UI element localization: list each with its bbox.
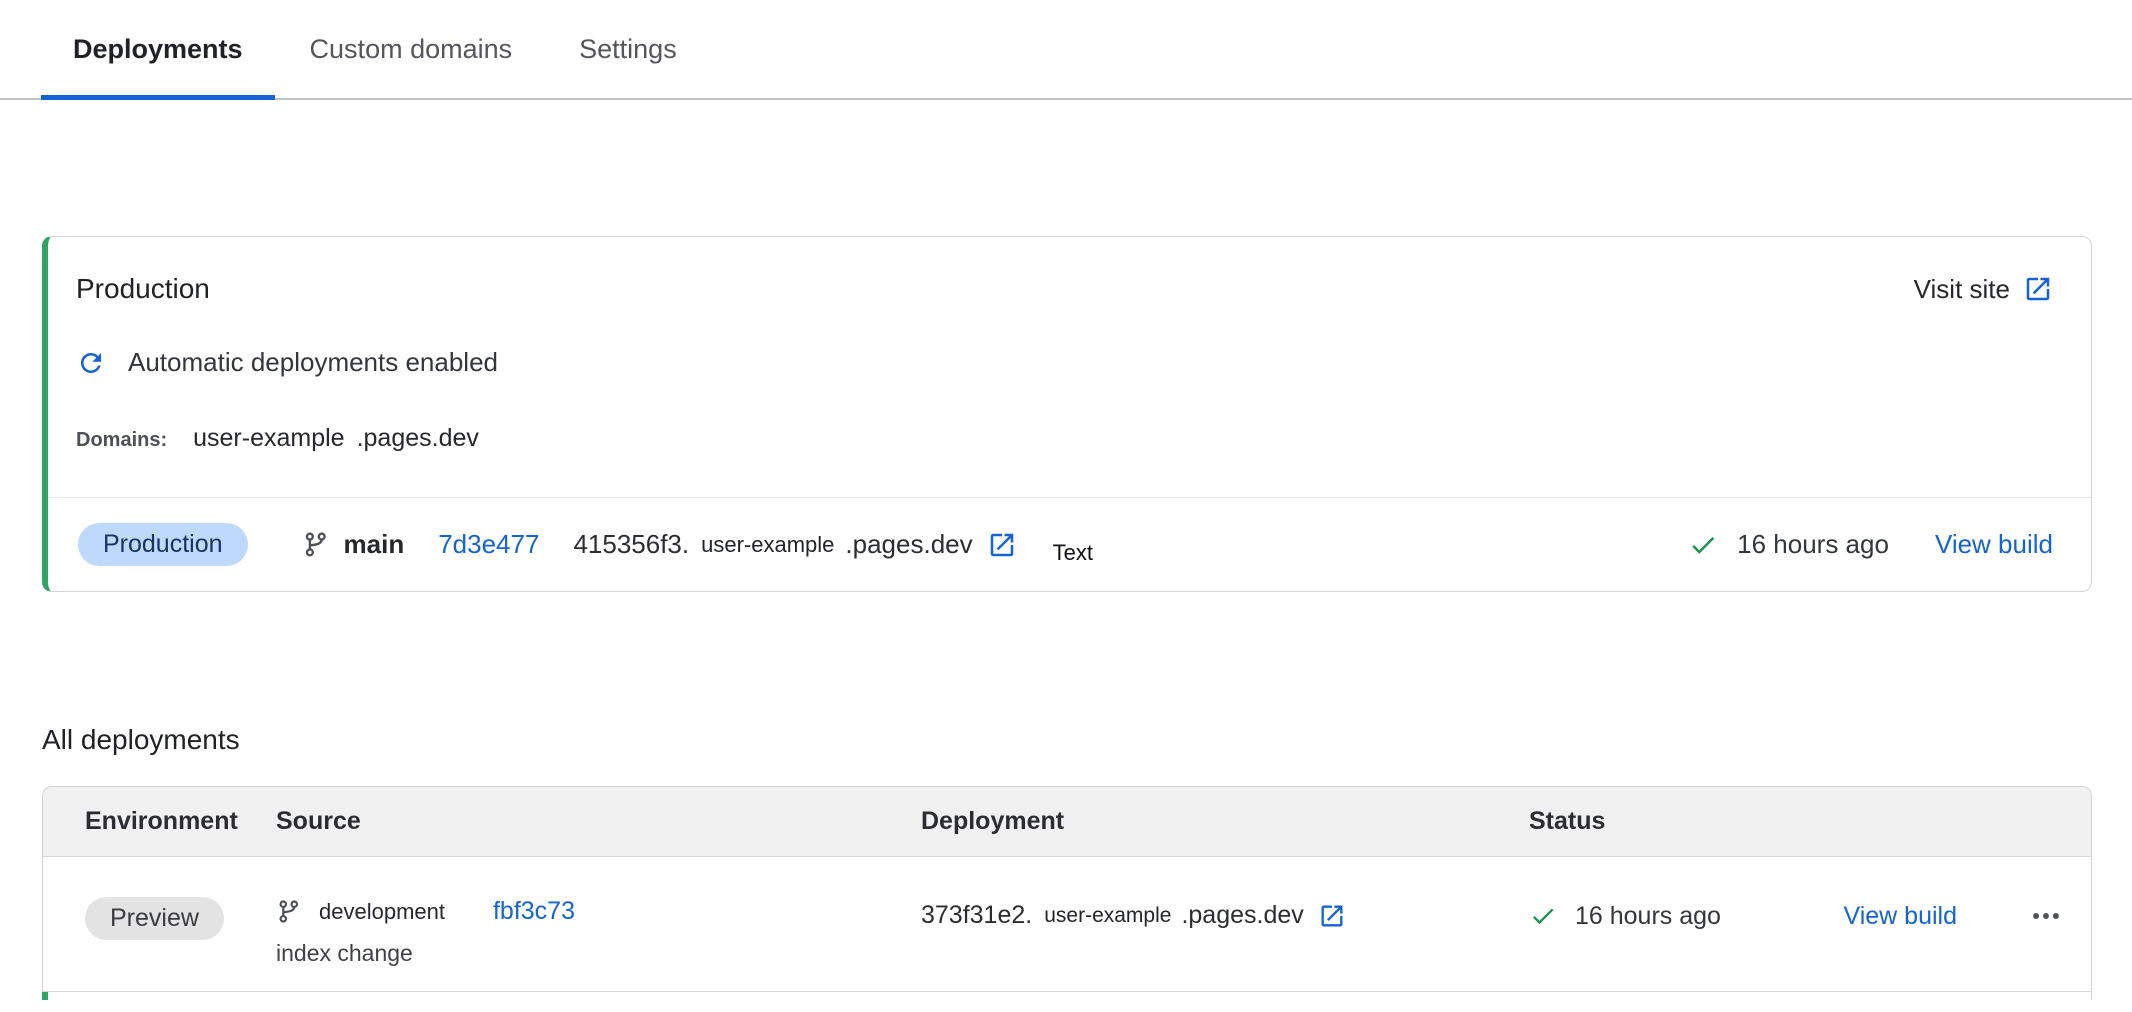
deployment-time: 16 hours ago xyxy=(1737,529,1889,560)
git-branch-icon xyxy=(302,531,329,558)
commit-hash-link[interactable]: 7d3e477 xyxy=(438,529,539,560)
tab-custom-domains-label: Custom domains xyxy=(310,34,513,65)
tab-settings[interactable]: Settings xyxy=(547,0,709,98)
external-link-icon xyxy=(2023,274,2053,304)
git-branch-icon xyxy=(276,899,301,924)
commit-hash-link[interactable]: fbf3c73 xyxy=(493,897,575,926)
branch-name: main xyxy=(344,529,405,560)
visit-site-label: Visit site xyxy=(1914,274,2010,305)
production-card-title: Production xyxy=(76,273,210,305)
deployment-note: Text xyxy=(1053,540,1093,566)
production-card-info: Production Visit site Automatic deployme… xyxy=(48,237,2091,497)
deployment-domain-suffix: .pages.dev xyxy=(1181,901,1303,930)
view-build-link[interactable]: View build xyxy=(1935,529,2053,560)
all-deployments-heading: All deployments xyxy=(42,724,2132,756)
deployment-time: 16 hours ago xyxy=(1575,902,1721,931)
deployment-domain: user-example xyxy=(701,532,834,558)
table-header-row: Environment Source Deployment Status xyxy=(43,787,2091,857)
deployment-id: 373f31e2. xyxy=(921,901,1032,930)
check-icon xyxy=(1529,902,1557,930)
external-link-icon xyxy=(1318,902,1346,930)
tab-settings-label: Settings xyxy=(579,34,677,65)
external-link-icon xyxy=(987,530,1017,560)
next-row-partial xyxy=(42,992,2092,1000)
domain-suffix: .pages.dev xyxy=(357,424,479,453)
production-deployment-row: Production main 7d3e477 415356f3. user-e… xyxy=(48,497,2091,591)
column-header-deployment: Deployment xyxy=(921,807,1529,836)
column-header-environment: Environment xyxy=(43,807,276,836)
table-row: Preview development fbf3c73 index change… xyxy=(43,857,2091,992)
refresh-icon xyxy=(76,348,106,378)
production-card: Production Visit site Automatic deployme… xyxy=(42,236,2092,592)
deployment-url-link[interactable]: 415356f3. user-example .pages.dev xyxy=(573,529,1016,560)
check-icon xyxy=(1688,530,1718,560)
deployment-url-link[interactable]: 373f31e2. user-example .pages.dev xyxy=(921,901,1529,930)
tab-bar: Deployments Custom domains Settings xyxy=(0,0,2132,100)
domain-name: user-example xyxy=(193,424,344,453)
deployment-domain: user-example xyxy=(1044,904,1171,928)
environment-badge-production: Production xyxy=(78,523,248,566)
deployments-table: Environment Source Deployment Status Pre… xyxy=(42,786,2092,992)
branch-name: development xyxy=(319,899,445,925)
deployment-domain-suffix: .pages.dev xyxy=(845,529,972,560)
auto-deployments-text: Automatic deployments enabled xyxy=(128,347,498,378)
column-header-status: Status xyxy=(1529,807,2091,836)
domains-label: Domains: xyxy=(76,429,167,452)
visit-site-link[interactable]: Visit site xyxy=(1914,274,2053,305)
view-build-link[interactable]: View build xyxy=(1843,902,1957,931)
tab-deployments[interactable]: Deployments xyxy=(41,0,275,98)
tab-custom-domains[interactable]: Custom domains xyxy=(278,0,545,98)
row-menu-ellipsis-icon[interactable] xyxy=(2029,899,2063,933)
tab-deployments-label: Deployments xyxy=(73,34,243,65)
environment-badge-preview: Preview xyxy=(85,897,224,940)
column-header-source: Source xyxy=(276,807,921,836)
commit-message: index change xyxy=(276,940,921,967)
deployment-id: 415356f3. xyxy=(573,529,689,560)
deployments-page: Deployments Custom domains Settings Prod… xyxy=(0,0,2132,1012)
